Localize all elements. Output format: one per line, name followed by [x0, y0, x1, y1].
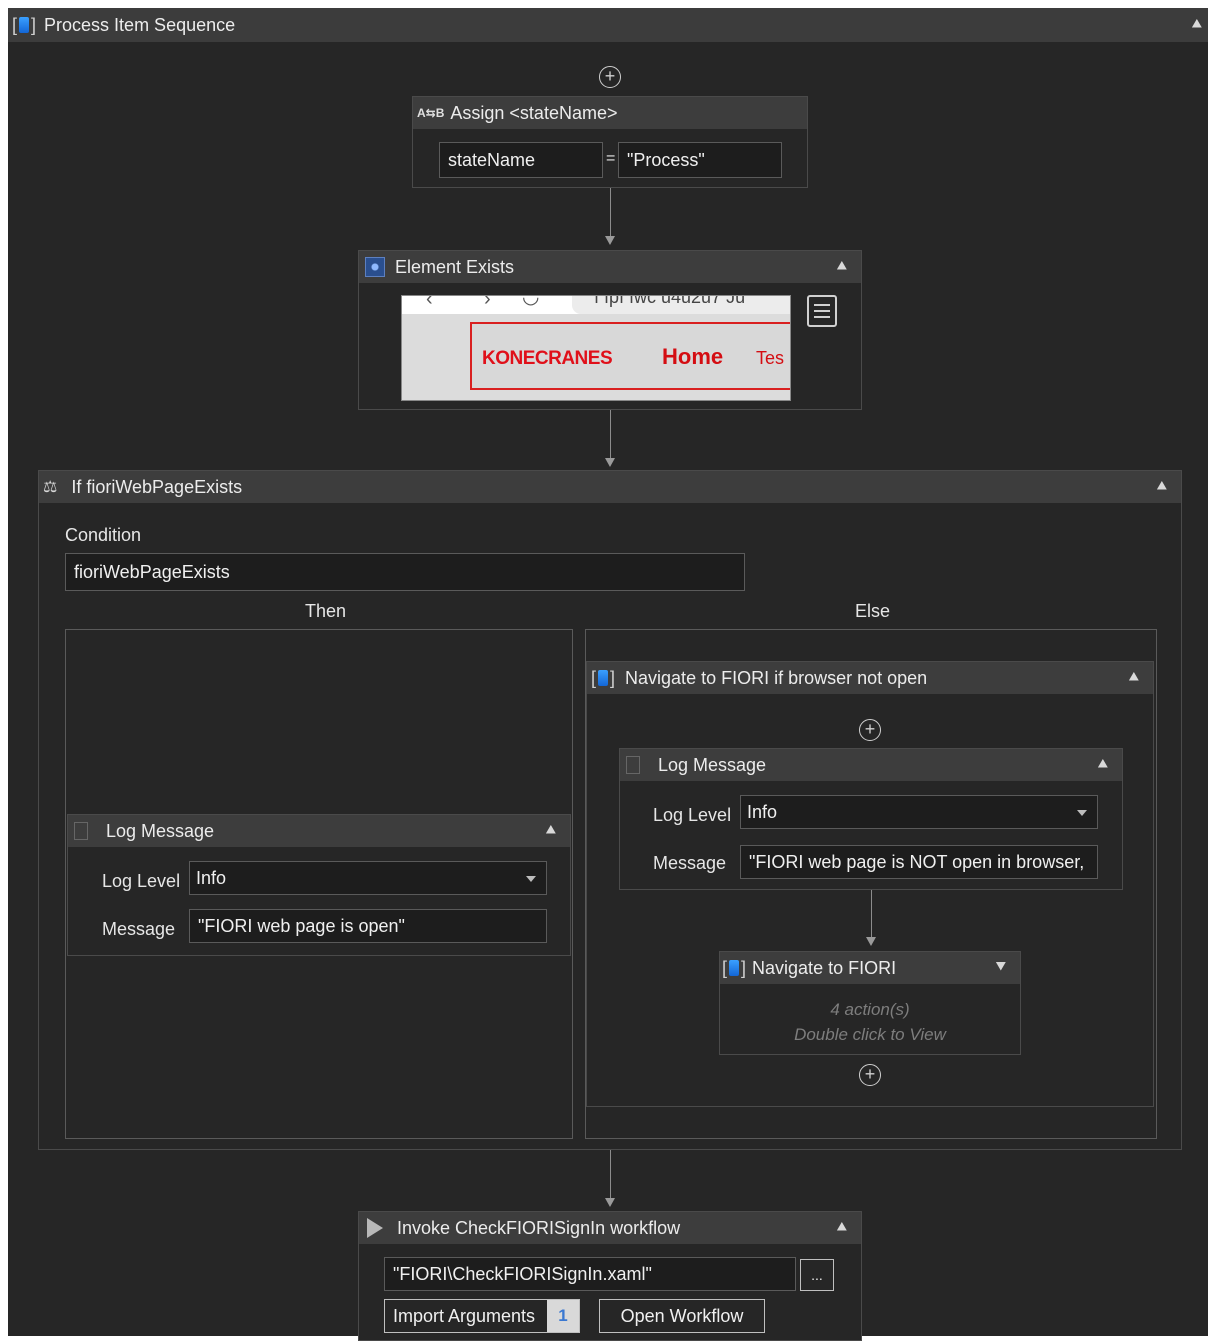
if-header[interactable]: ⚖ If fioriWebPageExists ⯅	[39, 471, 1181, 503]
konecranes-logo: KONECRANES	[482, 348, 613, 369]
navigate-fiori-title: Navigate to FIORI	[752, 957, 897, 978]
connector-arrow	[866, 937, 876, 946]
invoke-title: Invoke CheckFIORISignIn workflow	[397, 1217, 681, 1238]
assign-header[interactable]: A⇆B Assign <stateName>	[413, 97, 807, 129]
connector-arrow	[605, 1198, 615, 1207]
assign-activity[interactable]: A⇆B Assign <stateName> stateName = "Proc…	[412, 96, 808, 188]
log-message-icon	[74, 822, 88, 840]
collapse-icon[interactable]: ⯅	[1096, 754, 1110, 775]
navigate-sequence-title: Navigate to FIORI if browser not open	[625, 667, 928, 688]
play-icon	[367, 1218, 383, 1238]
dropdown-caret-icon	[526, 876, 536, 882]
message-input[interactable]: "FIORI web page is NOT open in browser,	[740, 845, 1098, 879]
address-bar-text: ı ıpı ıwc u4u2u7 Ju	[594, 295, 746, 307]
tab-link: Tes	[756, 348, 785, 368]
log-level-label: Log Level	[102, 871, 181, 891]
browser-forward-icon: ›	[484, 295, 491, 310]
navigate-sequence-header[interactable]: [] Navigate to FIORI if browser not open…	[587, 662, 1153, 694]
navigate-fiori-header[interactable]: [] Navigate to FIORI ⯆	[720, 952, 1020, 984]
target-element-preview[interactable]: ‹ › ◡ ı ıpı ıwc u4u2u7 Ju KONECRANES Hom…	[401, 295, 791, 401]
log-level-value: Info	[196, 867, 227, 888]
sequence-header[interactable]: [] Process Item Sequence ⯅	[8, 8, 1208, 42]
add-activity-icon[interactable]: +	[599, 66, 621, 88]
argument-count-badge: 1	[547, 1300, 579, 1332]
log-level-label: Log Level	[653, 805, 732, 825]
browser-back-icon: ‹	[426, 295, 433, 310]
open-workflow-button[interactable]: Open Workflow	[599, 1299, 765, 1333]
import-arguments-button[interactable]: Import Arguments 1	[384, 1299, 580, 1333]
collapse-icon[interactable]: ⯅	[1127, 667, 1141, 688]
then-log-message[interactable]: Log Message ⯅ Log Level Info Message "FI…	[67, 814, 571, 956]
if-icon: ⚖	[43, 479, 58, 496]
workflow-path-input[interactable]: "FIORI\CheckFIORISignIn.xaml"	[384, 1257, 796, 1291]
browse-button[interactable]: ...	[800, 1259, 834, 1291]
sequence-icon: []	[12, 14, 37, 35]
element-exists-icon	[365, 257, 385, 277]
collapse-icon[interactable]: ⯅	[1190, 14, 1204, 35]
assign-icon: A⇆B	[417, 106, 445, 120]
condition-label: Condition	[65, 525, 142, 545]
connector-arrow	[605, 458, 615, 467]
actions-count: 4 action(s)	[830, 1000, 910, 1019]
import-arguments-label: Import Arguments	[393, 1305, 536, 1326]
assign-value-field[interactable]: "Process"	[618, 142, 782, 178]
add-activity-icon[interactable]: +	[859, 719, 881, 741]
then-log-header[interactable]: Log Message ⯅	[68, 815, 570, 847]
then-log-title: Log Message	[106, 820, 215, 841]
log-message-icon	[626, 756, 640, 774]
log-level-dropdown[interactable]: Info	[740, 795, 1098, 829]
connector-arrow	[605, 236, 615, 245]
double-click-hint: Double click to View	[794, 1025, 946, 1044]
collapse-icon[interactable]: ⯅	[835, 256, 849, 277]
message-label: Message	[653, 853, 727, 873]
element-exists-title: Element Exists	[395, 256, 515, 277]
then-label: Then	[305, 601, 347, 621]
expand-icon[interactable]: ⯆	[994, 957, 1008, 978]
log-level-value: Info	[747, 801, 778, 822]
invoke-header[interactable]: Invoke CheckFIORISignIn workflow ⯅	[359, 1212, 861, 1244]
home-link: Home	[662, 344, 724, 369]
else-label: Else	[855, 601, 891, 621]
collapse-icon[interactable]: ⯅	[544, 820, 558, 841]
sequence-icon: []	[591, 667, 616, 688]
assign-equals: =	[606, 150, 616, 167]
add-activity-icon[interactable]: +	[859, 1064, 881, 1086]
log-level-dropdown[interactable]: Info	[189, 861, 547, 895]
condition-input[interactable]: fioriWebPageExists	[65, 553, 745, 591]
message-label: Message	[102, 919, 176, 939]
browser-reload-icon: ◡	[522, 295, 540, 308]
else-log-message[interactable]: Log Message ⯅ Log Level Info Message "FI…	[619, 748, 1123, 890]
element-exists-activity[interactable]: Element Exists ⯅ ‹ › ◡ ı ıpı ıwc u4u2u7 …	[358, 250, 862, 410]
invoke-workflow-activity[interactable]: Invoke CheckFIORISignIn workflow ⯅ "FIOR…	[358, 1211, 862, 1341]
sequence-title: Process Item Sequence	[44, 14, 236, 35]
if-title: If fioriWebPageExists	[71, 476, 243, 497]
collapse-icon[interactable]: ⯅	[1155, 476, 1169, 497]
else-log-header[interactable]: Log Message ⯅	[620, 749, 1122, 781]
collapse-icon[interactable]: ⯅	[835, 1217, 849, 1238]
assign-title: Assign <stateName>	[450, 102, 618, 123]
sequence-icon: []	[722, 957, 747, 978]
else-log-title: Log Message	[658, 754, 767, 775]
element-exists-header[interactable]: Element Exists ⯅	[359, 251, 861, 283]
menu-icon[interactable]	[807, 295, 837, 327]
dropdown-caret-icon	[1077, 810, 1087, 816]
navigate-fiori-sequence[interactable]: [] Navigate to FIORI ⯆ 4 action(s) Doubl…	[719, 951, 1021, 1055]
assign-to-field[interactable]: stateName	[439, 142, 603, 178]
message-input[interactable]: "FIORI web page is open"	[189, 909, 547, 943]
